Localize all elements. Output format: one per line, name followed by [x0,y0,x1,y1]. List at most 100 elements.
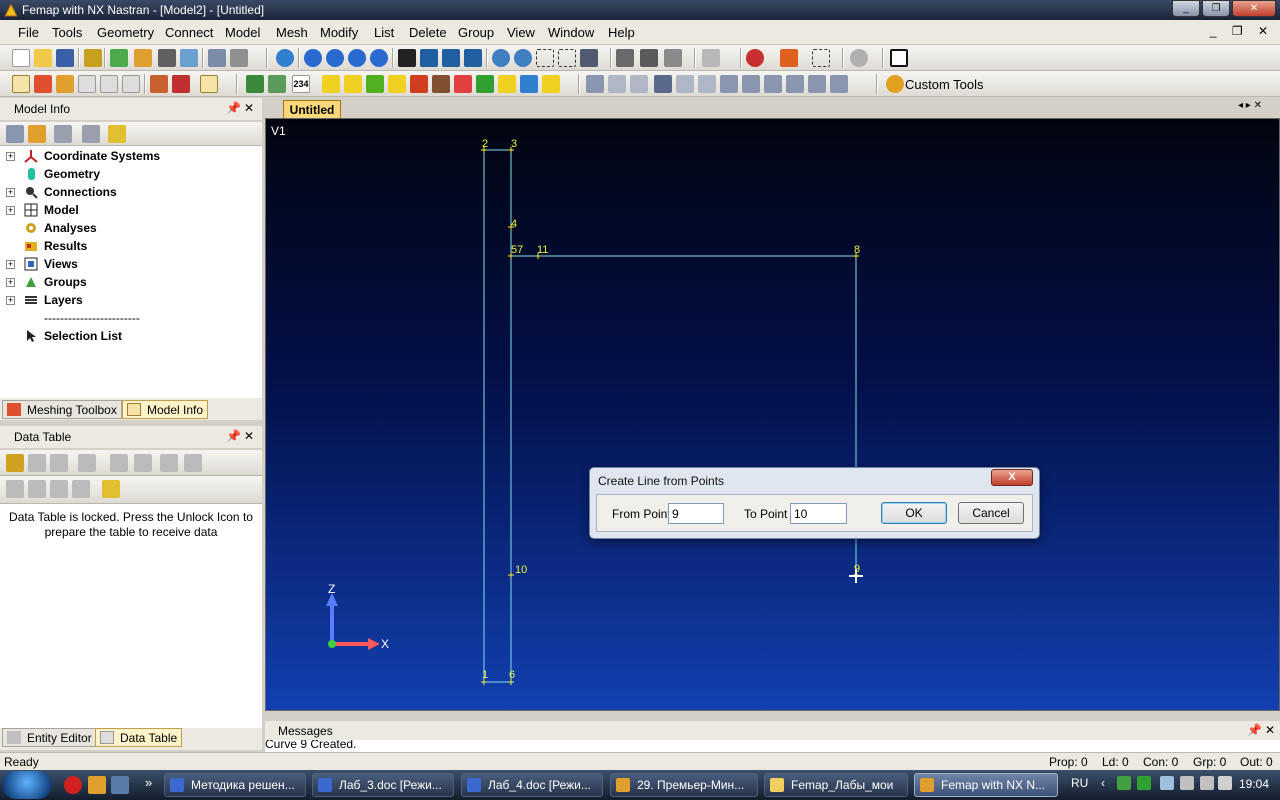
menu-geometry[interactable]: Geometry [97,25,154,40]
unlock-icon[interactable] [6,454,24,472]
magnify-icon[interactable] [558,49,576,67]
grid-tool-icon[interactable] [158,49,176,67]
mdi-window-controls[interactable]: _ ❐ ✕ [1210,24,1274,38]
model-info-icon[interactable] [12,75,30,93]
expand-icon[interactable]: + [6,152,15,161]
zoom-in-icon[interactable] [492,49,510,67]
editor-icon[interactable] [100,75,118,93]
menu-view[interactable]: View [507,25,535,40]
clock[interactable]: 19:04 [1239,777,1269,791]
tree-item-coordinate-systems[interactable]: + Coordinate Systems [0,148,262,166]
align-right-icon[interactable] [630,75,648,93]
autoscale-all-icon[interactable] [464,49,482,67]
model-geometry[interactable] [266,119,1280,712]
brace-icon[interactable] [720,75,738,93]
view-rotate-icon[interactable] [580,49,598,67]
expand-icon[interactable]: + [6,278,15,287]
send-icon[interactable] [82,125,100,143]
flag-icon[interactable] [1218,776,1232,790]
pick-icon[interactable] [780,49,798,67]
new-file-icon[interactable] [12,49,30,67]
from-point-input[interactable] [668,503,724,524]
align-left-icon[interactable] [586,75,604,93]
highlight-icon[interactable] [108,125,126,143]
to-point-input[interactable] [790,503,847,524]
task-button[interactable]: Лаб_4.doc [Режи... [461,773,603,797]
view-tab-controls[interactable]: ◂ ▸ ✕ [1238,100,1262,111]
pan-up-icon[interactable] [348,49,366,67]
cross-icon[interactable] [398,49,416,67]
close-panel-icon[interactable]: ✕ [244,101,254,115]
restore-button[interactable]: ❐ [1202,0,1230,17]
custom-tools-label[interactable]: Custom Tools [905,77,984,92]
view-style-icon[interactable] [890,49,908,67]
curve-icon[interactable] [344,75,362,93]
autoscale-icon[interactable] [420,49,438,67]
pan-right-icon[interactable] [326,49,344,67]
menu-delete[interactable]: Delete [409,25,447,40]
tab-model-info[interactable]: Model Info [122,400,209,419]
solid-icon[interactable] [410,75,428,93]
notes-icon[interactable] [200,75,218,93]
tree-options-icon[interactable] [6,125,24,143]
tray-icon[interactable] [1160,776,1174,790]
collapse-icon[interactable] [808,75,826,93]
tray-app-icon[interactable] [1117,776,1131,790]
entity-select-icon[interactable] [246,75,264,93]
constraint-icon[interactable] [542,75,560,93]
tray-network-icon[interactable] [1137,776,1151,790]
volume-icon[interactable] [1200,776,1214,790]
window-icon[interactable] [208,49,226,67]
opera-icon[interactable] [64,776,82,794]
zoom-window-icon[interactable] [536,49,554,67]
menu-group[interactable]: Group [458,25,494,40]
menu-list[interactable]: List [374,25,394,40]
layout-icon[interactable] [640,49,658,67]
expand-icon[interactable]: + [6,206,15,215]
tree-item-model[interactable]: + Model [0,202,262,220]
tile-icon[interactable] [676,75,694,93]
start-button[interactable] [2,771,52,799]
element-icon[interactable] [476,75,494,93]
desktop-icon[interactable] [111,776,129,794]
pin-icon[interactable]: 📌 [1247,723,1262,737]
print-icon[interactable] [230,49,248,67]
point-icon[interactable] [322,75,340,93]
cancel-button[interactable]: Cancel [958,502,1024,524]
close-window-button[interactable]: ✕ [1232,0,1276,17]
spreadsheet-icon[interactable] [122,75,140,93]
load-icon[interactable] [520,75,538,93]
close-panel-icon[interactable]: ✕ [1265,723,1275,737]
brace-minus-icon[interactable] [764,75,782,93]
save-icon[interactable] [56,49,74,67]
menu-model[interactable]: Model [225,25,260,40]
connection-icon[interactable] [454,75,472,93]
task-button-active[interactable]: Femap with NX N... [914,773,1058,797]
graphics-viewport[interactable]: V1 2 3 4 57 11 8 10 9 1 6 Z X [265,118,1280,711]
ok-button[interactable]: OK [881,502,947,524]
program-icon[interactable] [150,75,168,93]
task-button[interactable]: Лаб_3.doc [Режи... [312,773,454,797]
task-button[interactable]: 29. Премьер-Мин... [610,773,758,797]
tree-item-results[interactable]: Results [0,238,262,256]
rotate-icon[interactable] [276,49,294,67]
export-icon[interactable] [134,49,152,67]
tree-item-geometry[interactable]: Geometry [0,166,262,184]
tree-item-connections[interactable]: + Connections [0,184,262,202]
tab-meshing-toolbox[interactable]: Meshing Toolbox [2,400,122,419]
menu-tools[interactable]: Tools [52,25,82,40]
zoom-out-icon[interactable] [514,49,532,67]
custom-tools-icon[interactable] [886,75,904,93]
tab-data-table[interactable]: Data Table [95,728,183,747]
language-indicator[interactable]: RU [1071,776,1088,790]
table-icon[interactable] [78,75,96,93]
picture-icon[interactable] [180,49,198,67]
node-icon[interactable] [268,75,286,93]
folder-icon[interactable] [28,125,46,143]
align-center-icon[interactable] [608,75,626,93]
tray-expand-icon[interactable]: ‹ [1101,776,1105,790]
surface-icon[interactable] [366,75,384,93]
pan-down-icon[interactable] [370,49,388,67]
expand-icon[interactable]: + [6,296,15,305]
menu-connect[interactable]: Connect [165,25,213,40]
